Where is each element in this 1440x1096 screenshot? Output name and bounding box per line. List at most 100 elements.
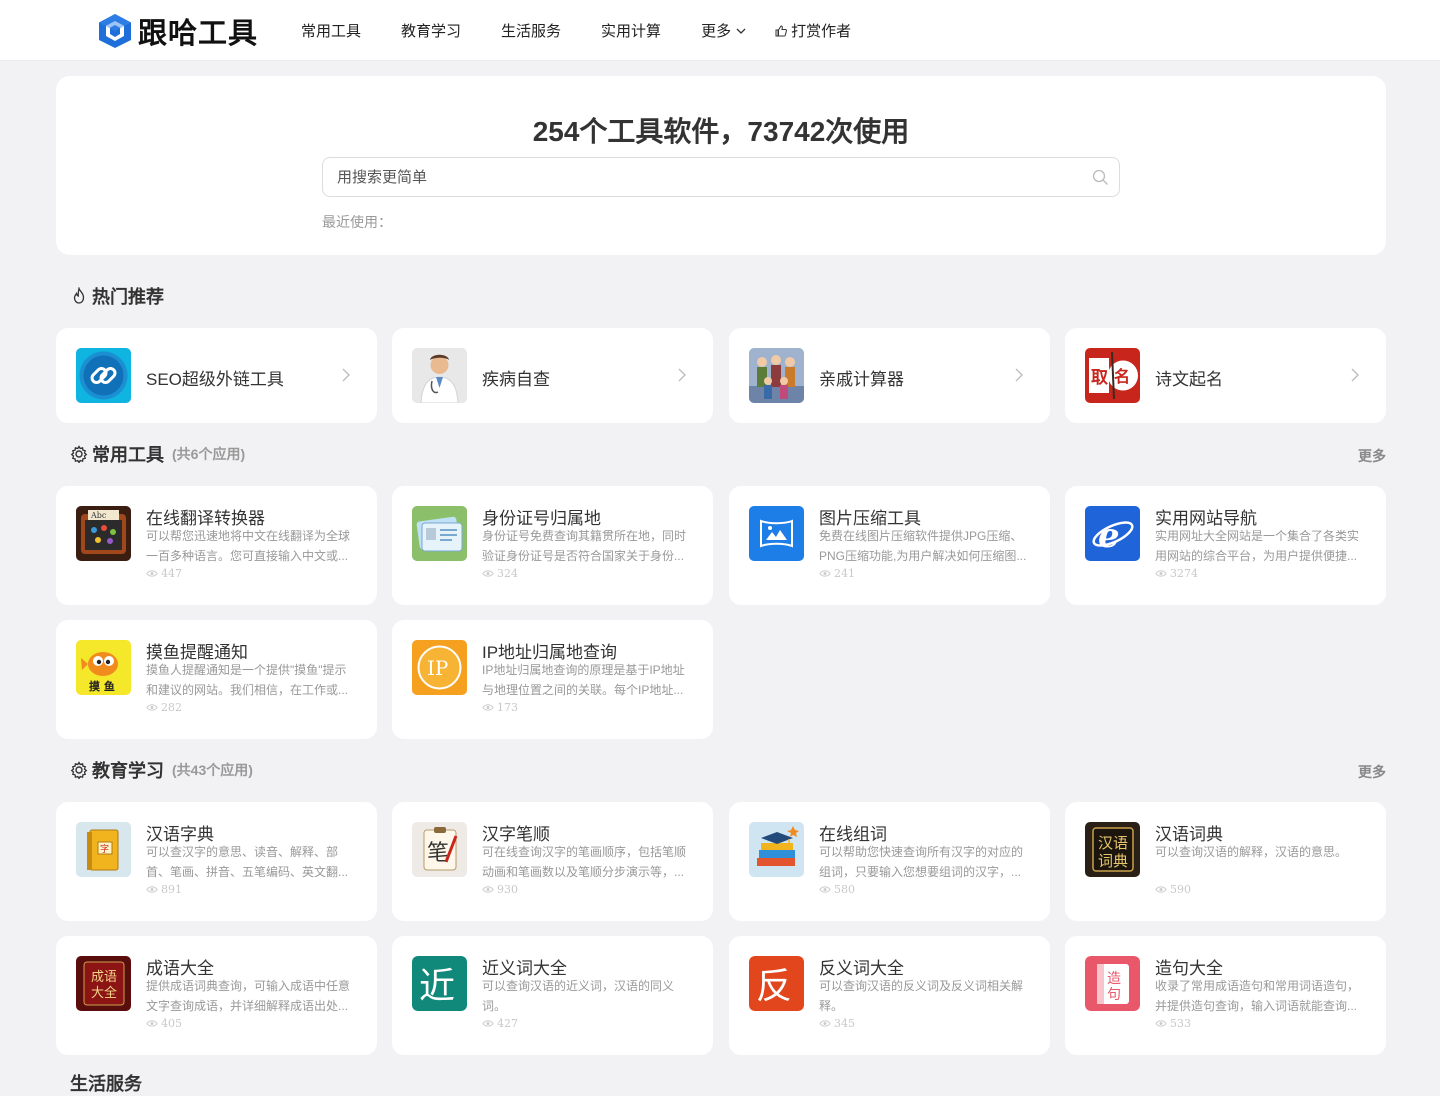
svg-text:摸 鱼: 摸 鱼 (89, 679, 115, 693)
thumbs-up-icon (775, 24, 788, 36)
app-card-views: 405 (146, 1017, 182, 1030)
antonym-icon: 反 (749, 956, 804, 1011)
app-card-views: 427 (482, 1017, 518, 1030)
svg-text:笔: 笔 (427, 841, 449, 866)
view-count: 173 (497, 701, 518, 714)
chevron-right-icon (1015, 368, 1023, 382)
app-card-stroke-order[interactable]: 笔 汉字笔顺 可在线查询汉字的笔画顺序，包括笔顺动画和笔画数以及笔顺分步演示等，… (392, 802, 713, 921)
chevron-right-icon (678, 368, 686, 382)
app-card-ip-lookup[interactable]: IP IP地址归属地查询 IP地址归属地查询的原理是基于IP地址与地理位置之间的… (392, 620, 713, 739)
common-section-title: 常用工具 (92, 445, 164, 465)
browser-icon: e (1085, 506, 1140, 561)
translate-icon: Abc (76, 506, 131, 561)
app-card-views: 533 (1155, 1017, 1191, 1030)
view-count: 427 (497, 1017, 518, 1030)
view-count: 324 (497, 567, 518, 580)
app-card-views: 173 (482, 701, 518, 714)
svg-text:IP: IP (427, 656, 448, 680)
nav-life-service[interactable]: 生活服务 (501, 20, 561, 41)
image-compress-icon (749, 506, 804, 561)
search-input[interactable] (337, 158, 1077, 196)
top-navbar: 跟哈工具 常用工具 教育学习 生活服务 实用计算 更多 打赏作者 (0, 0, 1440, 61)
app-card-idcard[interactable]: 身份证号归属地 身份证号免费查询其籍贯所在地，同时验证身份证号是否符合国家关于身… (392, 486, 713, 605)
eye-icon (146, 570, 158, 577)
app-card-views: 282 (146, 701, 182, 714)
logo-text: 跟哈工具 (138, 16, 259, 50)
hot-card-disease[interactable]: 疾病自查 (392, 328, 713, 423)
app-card-views: 590 (1155, 883, 1191, 896)
search-box (322, 157, 1120, 197)
svg-text:成语: 成语 (91, 970, 117, 985)
hero-search-panel: 254个工具软件，73742次使用 最近使用： (56, 76, 1386, 255)
hot-card-name: 诗文起名 (1155, 370, 1223, 389)
svg-text:名: 名 (1114, 367, 1130, 386)
education-section-title: 教育学习 (92, 761, 164, 781)
eye-icon (1155, 1020, 1167, 1027)
app-card-sentences[interactable]: 造句 造句大全 收录了常用成语造句和常用词语造句，并提供造句查询，输入词语就能查… (1065, 936, 1386, 1055)
view-count: 241 (834, 567, 855, 580)
nav-reward-author[interactable]: 打赏作者 (775, 20, 851, 41)
view-count: 3274 (1170, 567, 1198, 580)
nav-reward-label: 打赏作者 (791, 23, 852, 40)
app-card-synonyms[interactable]: 近 近义词大全 可以查询汉语的近义词，汉语的同义词。 427 (392, 936, 713, 1055)
app-card-chinese-dict[interactable]: 字 汉语字典 可以查汉字的意思、读音、解释、部首、笔画、拼音、五笔编码、英文翻.… (56, 802, 377, 921)
app-card-desc: 可在线查询汉字的笔画顺序，包括笔顺动画和笔画数以及笔顺分步演示等，... (482, 845, 687, 879)
svg-text:造: 造 (1107, 971, 1121, 987)
app-card-translate[interactable]: Abc 在线翻译转换器 可以帮您迅速地将中文在线翻译为全球一百多种语言。您可直接… (56, 486, 377, 605)
app-card-word-forming[interactable]: 在线组词 可以帮助您快速查询所有汉字的对应的组词，只要输入您想要组词的汉字，..… (729, 802, 1050, 921)
stroke-icon: 笔 (412, 822, 467, 877)
sentence-icon: 造句 (1085, 956, 1140, 1011)
app-card-image-compress[interactable]: 图片压缩工具 免费在线图片压缩软件提供JPG压缩、PNG压缩功能,为用户解决如何… (729, 486, 1050, 605)
app-card-views: 3274 (1155, 567, 1198, 580)
hot-card-naming[interactable]: 取名 诗文起名 (1065, 328, 1386, 423)
hot-section-header: 热门推荐 (70, 284, 164, 308)
app-card-antonyms[interactable]: 反 反义词大全 可以查询汉语的反义词及反义词相关解释。 345 (729, 936, 1050, 1055)
svg-text:取: 取 (1091, 368, 1108, 388)
svg-text:字: 字 (100, 843, 109, 855)
doctor-icon (412, 348, 467, 403)
fish-icon: 摸 鱼 (76, 640, 131, 695)
app-card-idioms[interactable]: 成语 大全 成语大全 提供成语词典查询，可输入成语中任意文字查询成语，并详细解释成… (56, 936, 377, 1055)
eye-icon (482, 704, 494, 711)
app-card-desc: 实用网址大全网站是一个集合了各类实用网站的综合平台，为用户提供便捷... (1155, 529, 1360, 563)
eye-icon (1155, 886, 1167, 893)
nav-education[interactable]: 教育学习 (401, 20, 461, 41)
app-card-site-nav[interactable]: e 实用网站导航 实用网址大全网站是一个集合了各类实用网站的综合平台，为用户提供… (1065, 486, 1386, 605)
app-card-word-dict[interactable]: 汉语 词典 汉语词典 可以查询汉语的解释，汉语的意思。 590 (1065, 802, 1386, 921)
view-count: 405 (161, 1017, 182, 1030)
hot-card-relatives[interactable]: 亲戚计算器 (729, 328, 1050, 423)
app-card-fish-reminder[interactable]: 摸 鱼 摸鱼提醒通知 摸鱼人提醒通知是一个提供"摸鱼"提示和建议的网站。我们相信… (56, 620, 377, 739)
link-icon (76, 348, 131, 403)
svg-text:大全: 大全 (91, 985, 117, 1001)
app-card-desc: 可以查询汉语的近义词，汉语的同义词。 (482, 979, 675, 1013)
gear-icon (70, 445, 88, 463)
search-icon[interactable] (1092, 169, 1109, 186)
id-card-icon (412, 506, 467, 561)
eye-icon (482, 570, 494, 577)
nav-calculators[interactable]: 实用计算 (601, 20, 661, 41)
svg-text:词典: 词典 (1098, 852, 1128, 870)
svg-text:Abc: Abc (90, 511, 107, 520)
eye-icon (146, 886, 158, 893)
nav-common-tools[interactable]: 常用工具 (301, 20, 361, 41)
gear-icon (70, 761, 88, 779)
nav-more[interactable]: 更多 (701, 20, 747, 41)
hero-title: 254个工具软件，73742次使用 (532, 116, 910, 147)
education-section-header: 教育学习 (共43个应用) (70, 758, 253, 782)
app-card-views: 324 (482, 567, 518, 580)
recent-used-label: 最近使用： (322, 214, 392, 230)
common-more-link[interactable]: 更多 (1358, 446, 1386, 466)
svg-text:汉语: 汉语 (1098, 834, 1128, 852)
chevron-down-icon (736, 28, 746, 34)
app-card-desc: 免费在线图片压缩软件提供JPG压缩、PNG压缩功能,为用户解决如何压缩图... (819, 529, 1027, 563)
hot-card-seo[interactable]: SEO超级外链工具 (56, 328, 377, 423)
education-more-link[interactable]: 更多 (1358, 762, 1386, 782)
app-card-desc: 提供成语词典查询，可输入成语中任意文字查询成语，并详细解释成语出处... (146, 979, 351, 1013)
chevron-right-icon (342, 368, 350, 382)
view-count: 891 (161, 883, 182, 896)
view-count: 533 (1170, 1017, 1191, 1030)
site-logo[interactable]: 跟哈工具 (98, 12, 258, 50)
svg-text:反: 反 (756, 966, 792, 1007)
app-card-desc: 可以帮助您快速查询所有汉字的对应的组词，只要输入您想要组词的汉字，... (819, 845, 1024, 879)
common-section-count: (共6个应用) (172, 446, 246, 462)
